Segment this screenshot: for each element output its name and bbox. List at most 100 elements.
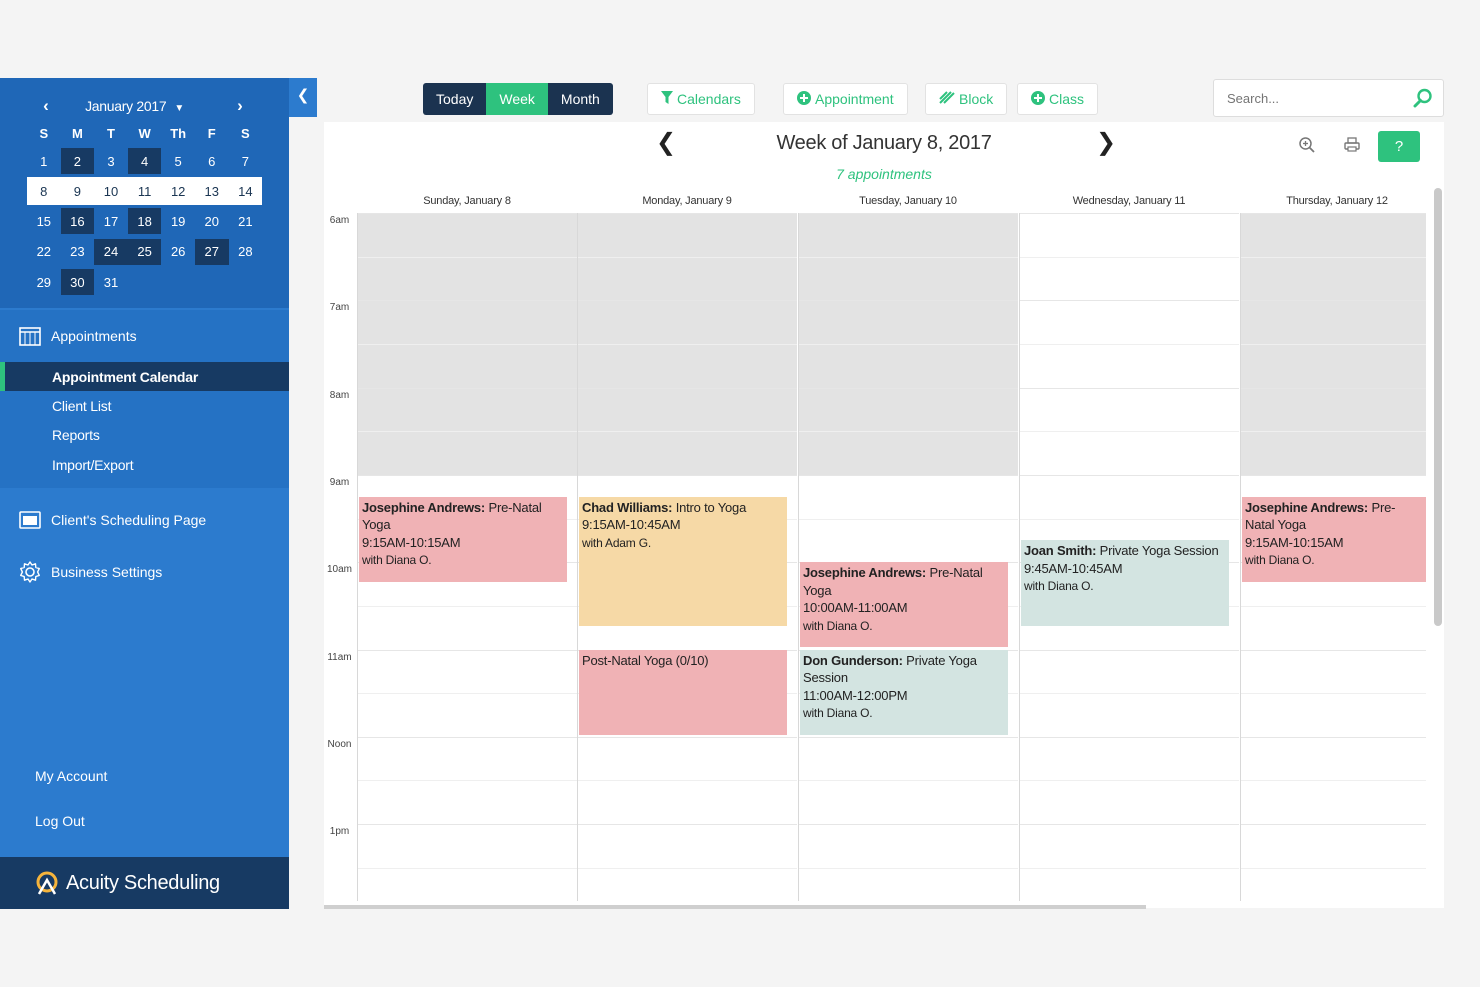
- appointment-label: Appointment: [815, 91, 894, 107]
- mini-calendar-day[interactable]: 16: [60, 208, 95, 235]
- mini-calendar-day[interactable]: 4: [127, 148, 162, 175]
- mini-calendar-day[interactable]: 12: [161, 178, 195, 204]
- mini-calendar-day[interactable]: 18: [127, 208, 162, 235]
- hour-line: [358, 474, 577, 476]
- mini-calendar-day[interactable]: 5: [161, 148, 195, 174]
- hour-line: [358, 867, 577, 869]
- hour-line: [358, 431, 577, 433]
- appointment-block[interactable]: Joan Smith: Private Yoga Session 9:45AM-1…: [1021, 540, 1229, 626]
- mini-calendar-day[interactable]: 19: [161, 208, 195, 234]
- day-column-header: Sunday, January 8: [423, 195, 511, 207]
- sidebar-item-client-list[interactable]: Client List: [0, 391, 289, 420]
- zoom-icon[interactable]: [1298, 136, 1316, 159]
- hour-line: [1020, 518, 1239, 520]
- collapse-sidebar-button[interactable]: ❮: [289, 78, 317, 117]
- hour-line: [1241, 474, 1426, 476]
- vertical-scrollbar[interactable]: [1434, 188, 1442, 626]
- week-button[interactable]: Week: [486, 83, 548, 115]
- hour-line: [799, 736, 1018, 738]
- mini-calendar-day[interactable]: 20: [195, 208, 229, 234]
- appointment-block[interactable]: Josephine Andrews: Pre-Natal Yoga 9:15AM-…: [359, 496, 567, 583]
- day-column-header: Thursday, January 12: [1286, 195, 1388, 207]
- new-class-button[interactable]: Class: [1017, 83, 1099, 115]
- appointment-block[interactable]: Post-Natal Yoga (0/10): [579, 649, 787, 735]
- horizontal-scrollbar[interactable]: [324, 905, 1146, 909]
- time-label: 7am: [329, 302, 350, 314]
- search-icon[interactable]: [1413, 88, 1433, 113]
- hour-line: [799, 780, 1018, 782]
- mini-calendar-day[interactable]: 24: [94, 238, 128, 265]
- mini-calendar-day[interactable]: 14: [229, 178, 263, 204]
- mini-calendar-day[interactable]: 25: [127, 238, 162, 265]
- nav-business-settings-label: Business Settings: [51, 564, 163, 580]
- plus-circle-icon: [797, 90, 811, 108]
- hour-line: [1020, 256, 1239, 258]
- week-grid: Sunday, January 8 Monday, January 9 Tuesda…: [324, 188, 1434, 908]
- appointment-client: Josephine Andrews:: [1245, 499, 1369, 515]
- mini-calendar-day[interactable]: 10: [94, 178, 128, 204]
- print-icon[interactable]: [1343, 136, 1361, 159]
- search-input[interactable]: [1214, 80, 1394, 116]
- nav-clients-scheduling-page[interactable]: Client's Scheduling Page: [0, 494, 289, 546]
- mini-calendar-week: 8 9 10 11 12 13 14: [27, 177, 263, 206]
- today-button[interactable]: Today: [423, 83, 487, 115]
- month-button[interactable]: Month: [547, 83, 613, 115]
- mini-calendar-day[interactable]: 23: [61, 239, 95, 265]
- hour-line: [1020, 431, 1239, 433]
- day-column[interactable]: [798, 213, 1018, 901]
- day-column-header: Wednesday, January 11: [1072, 195, 1186, 207]
- appointment-block[interactable]: Don Gunderson: Private Yoga Session 11:00…: [800, 649, 1008, 735]
- appointment-count: 7 appointments: [836, 166, 932, 182]
- sidebar-item-import-export[interactable]: Import/Export: [0, 450, 289, 479]
- help-button[interactable]: ?: [1378, 131, 1420, 162]
- time-label: Noon: [327, 738, 352, 750]
- mini-calendar-day[interactable]: 22: [27, 239, 61, 265]
- appointment-block[interactable]: Chad Williams: Intro to Yoga 9:15AM-10:45…: [579, 496, 787, 626]
- mini-calendar-day[interactable]: 29: [27, 269, 61, 295]
- hour-line: [1020, 649, 1239, 651]
- appointment-block[interactable]: Josephine Andrews: Pre-Natal Yoga 10:00AM…: [800, 562, 1008, 648]
- hour-line: [358, 605, 577, 607]
- nav-appointments[interactable]: Appointments: [0, 310, 289, 362]
- day-header: T: [107, 126, 115, 141]
- hour-line: [799, 867, 1018, 869]
- my-account-link[interactable]: My Account: [35, 768, 107, 813]
- mini-calendar-day[interactable]: 2: [60, 148, 95, 175]
- calendars-button[interactable]: Calendars: [647, 83, 755, 115]
- mini-calendar-day[interactable]: 1: [27, 148, 61, 174]
- nav-business-settings[interactable]: Business Settings: [0, 546, 289, 598]
- mini-calendar-day[interactable]: 9: [61, 178, 95, 204]
- mini-calendar-day[interactable]: 27: [194, 238, 229, 265]
- mini-calendar-day[interactable]: 31: [94, 269, 128, 295]
- mini-calendar-day[interactable]: 26: [161, 239, 195, 265]
- logout-link[interactable]: Log Out: [35, 813, 107, 858]
- sidebar-item-appointment-calendar[interactable]: Appointment Calendar: [0, 362, 289, 392]
- appointment-time: 11:00AM-12:00PM: [803, 687, 908, 703]
- mini-calendar-month-label: January 2017: [85, 98, 167, 114]
- mini-calendar-day[interactable]: 8: [27, 178, 61, 204]
- next-week-icon[interactable]: ❯: [1096, 128, 1116, 157]
- mini-calendar-next-icon[interactable]: ›: [232, 96, 248, 116]
- mini-calendar-day[interactable]: 13: [195, 178, 229, 204]
- mini-calendar-day: [195, 269, 229, 295]
- new-appointment-button[interactable]: Appointment: [783, 83, 908, 115]
- time-label: 1pm: [329, 826, 350, 838]
- mini-calendar-day[interactable]: 11: [128, 178, 162, 204]
- mini-calendar-day[interactable]: 7: [229, 148, 263, 174]
- appointment-block[interactable]: Josephine Andrews: Pre-Natal Yoga 9:15AM-…: [1242, 496, 1426, 583]
- hour-line: [1241, 343, 1426, 345]
- sidebar-item-reports[interactable]: Reports: [0, 421, 289, 450]
- mini-calendar-day[interactable]: 30: [60, 269, 95, 296]
- appointment-staff: with Adam G.: [582, 535, 651, 550]
- mini-calendar-day[interactable]: 3: [94, 148, 128, 174]
- hour-line: [1241, 867, 1426, 869]
- mini-calendar-day[interactable]: 17: [94, 208, 128, 234]
- mini-calendar-day[interactable]: 28: [229, 239, 263, 265]
- hour-line: [578, 736, 797, 738]
- mini-calendar-day[interactable]: 6: [195, 148, 229, 174]
- block-time-button[interactable]: Block: [925, 83, 1008, 115]
- hour-line: [1241, 605, 1426, 607]
- mini-calendar-day[interactable]: 21: [229, 208, 263, 234]
- mini-calendar-day[interactable]: 15: [27, 208, 61, 234]
- block-stripes-icon: [939, 91, 955, 107]
